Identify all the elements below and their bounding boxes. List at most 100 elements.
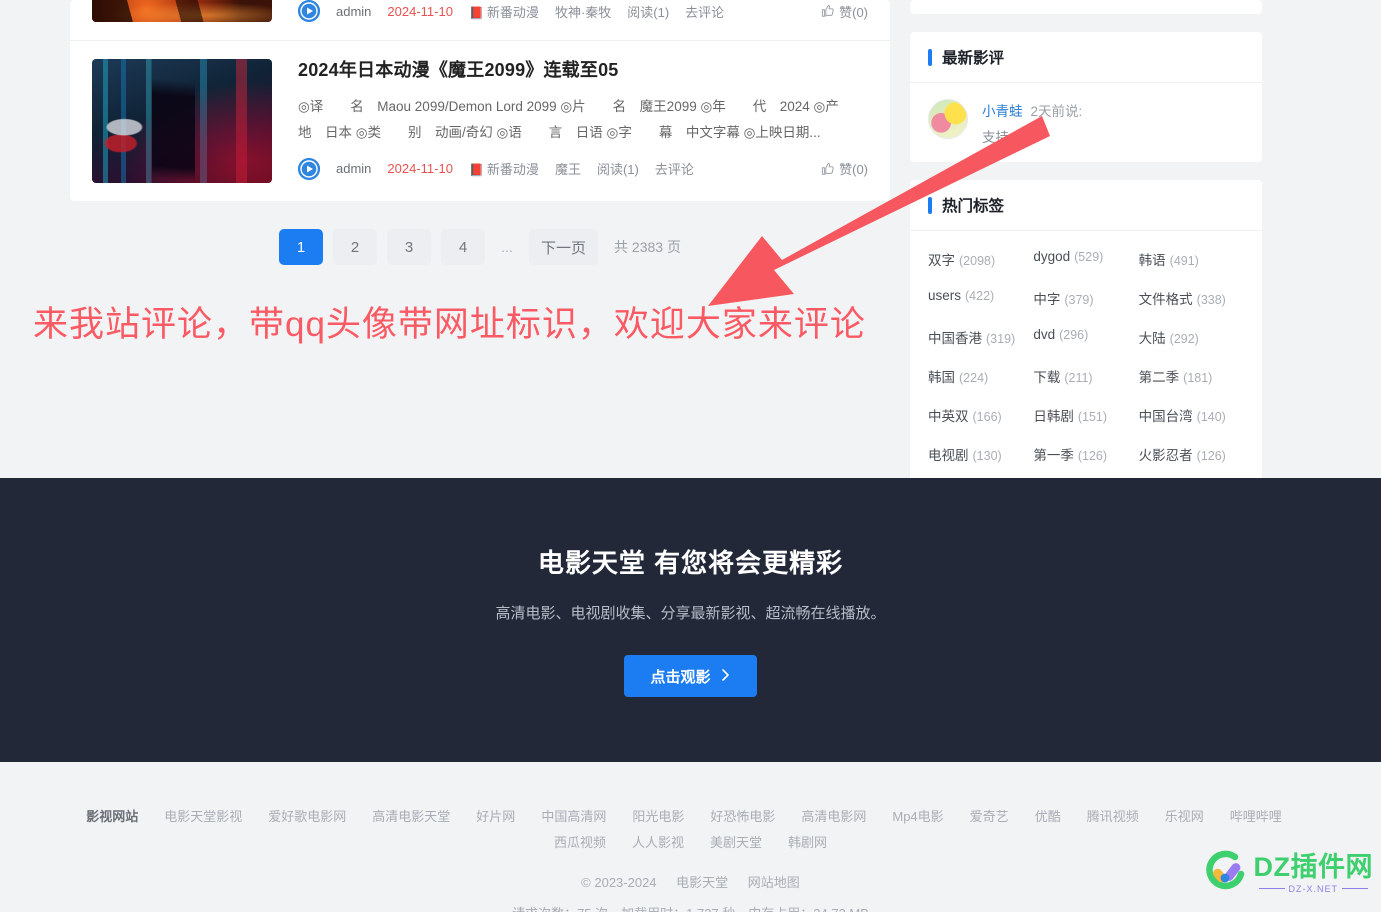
footer-link[interactable]: 爱奇艺	[970, 804, 1009, 830]
tag-item[interactable]: 下载 (211)	[1033, 366, 1138, 386]
book-icon: 📕	[468, 163, 484, 178]
footer-link[interactable]: 影视网站	[86, 804, 138, 830]
tag-name: 中国香港	[928, 331, 982, 346]
footer-link[interactable]: 电影天堂影视	[164, 804, 242, 830]
post-author[interactable]: admin	[336, 161, 371, 176]
tag-item[interactable]: 文件格式 (338)	[1139, 288, 1244, 308]
post-author[interactable]: admin	[336, 4, 371, 19]
tag-name: dvd	[1033, 327, 1056, 342]
tag-name: 韩国	[928, 370, 955, 385]
footer-link[interactable]: 好恐怖电影	[710, 804, 775, 830]
tag-count: (151)	[1077, 410, 1108, 424]
footer-link[interactable]: Mp4电影	[892, 804, 943, 830]
cta-button-label: 点击观影	[650, 668, 711, 686]
tag-item[interactable]: 韩国 (224)	[928, 366, 1033, 386]
pagination-next-button[interactable]: 下一页	[529, 229, 599, 265]
post-comment-link[interactable]: 去评论	[685, 2, 724, 21]
watermark-text: DZ插件网 DZ-X.NET	[1254, 853, 1374, 894]
watch-now-button[interactable]: 点击观影	[624, 655, 757, 697]
cta-section: 电影天堂 有您将会更精彩 高清电影、电视剧收集、分享最新影视、超流畅在线播放。 …	[0, 478, 1381, 762]
tag-name: 文件格式	[1138, 292, 1193, 307]
tag-item[interactable]: users (422)	[928, 288, 1033, 308]
footer-link[interactable]: 美剧天堂	[710, 830, 762, 856]
footer-link[interactable]: 西瓜视频	[554, 830, 606, 856]
post-thumbnail[interactable]	[92, 59, 272, 183]
list-item[interactable]: 小青蛙 2天前说: 支持一下!	[928, 99, 1244, 146]
rule-right	[1342, 888, 1368, 889]
footer-link[interactable]: 高清电影网	[801, 804, 866, 830]
footer-link[interactable]: 中国高清网	[541, 804, 606, 830]
tag-item[interactable]: 中英双 (166)	[928, 405, 1033, 425]
footer-link[interactable]: 韩剧网	[788, 830, 827, 856]
footer-link[interactable]: 腾讯视频	[1087, 804, 1139, 830]
footer-link[interactable]: 哔哩哔哩	[1230, 804, 1282, 830]
post-comment-link[interactable]: 去评论	[655, 159, 694, 178]
footer-sitemap-link[interactable]: 网站地图	[748, 875, 800, 890]
tag-item[interactable]: 韩语 (491)	[1139, 249, 1244, 269]
post-like-button[interactable]: 赞(0)	[821, 159, 868, 178]
tag-name: 大陆	[1138, 331, 1166, 346]
comment-author[interactable]: 小青蛙	[982, 104, 1023, 119]
tag-item[interactable]: 日韩剧 (151)	[1033, 405, 1138, 425]
footer-stats: 请求次数：75 次，加载用时：1.737 秒，内存占用：34.73 MB	[0, 903, 1381, 912]
footer-link[interactable]: 乐视网	[1165, 804, 1204, 830]
post-category[interactable]: 📕 新番动漫	[469, 159, 539, 178]
tag-count: (319)	[986, 332, 1016, 346]
post-like-label: 赞(0)	[839, 4, 868, 20]
footer-link[interactable]: 好片网	[476, 804, 515, 830]
tag-item[interactable]: 火影忍者 (126)	[1139, 444, 1244, 464]
post-category[interactable]: 📕 新番动漫	[469, 2, 539, 21]
tag-item[interactable]: 中国台湾 (140)	[1139, 405, 1244, 425]
card-header: 最新影评	[910, 32, 1262, 83]
pagination-page-2[interactable]: 2	[333, 229, 378, 265]
post-meta: admin 2024-11-10 📕 新番动漫 牧神·秦牧 阅读(1) 去评论 赞…	[298, 0, 868, 22]
pagination-page-4[interactable]: 4	[441, 229, 486, 265]
tag-item[interactable]: dvd (296)	[1033, 327, 1138, 347]
post-thumbnail[interactable]	[92, 0, 272, 22]
post-title[interactable]: 2024年日本动漫《魔王2099》连载至05	[298, 59, 868, 82]
sidebar: 最新影评 小青蛙 2天前说: 支持一下! 热门标签 双字 (2098) dygo…	[910, 0, 1262, 541]
tag-name: users	[928, 288, 962, 303]
header-accent-bar	[928, 48, 932, 66]
post-item[interactable]: admin 2024-11-10 📕 新番动漫 牧神·秦牧 阅读(1) 去评论 赞…	[70, 0, 890, 41]
footer-link[interactable]: 阳光电影	[632, 804, 684, 830]
sidebar-card-latest-reviews: 最新影评 小青蛙 2天前说: 支持一下!	[910, 32, 1262, 162]
chevron-right-icon	[721, 668, 731, 685]
post-meta: admin 2024-11-10 📕 新番动漫 魔王 阅读(1) 去评论 赞(0)	[298, 157, 868, 180]
post-date: 2024-11-10	[387, 161, 453, 177]
post-item[interactable]: 2024年日本动漫《魔王2099》连载至05 ◎译 名 Maou 2099/De…	[70, 41, 890, 201]
post-tag[interactable]: 魔王	[555, 159, 581, 178]
tag-item[interactable]: 双字 (2098)	[928, 249, 1033, 269]
page-root: admin 2024-11-10 📕 新番动漫 牧神·秦牧 阅读(1) 去评论 赞…	[0, 0, 1381, 912]
tag-name: 双字	[928, 253, 955, 268]
tag-name: 韩语	[1138, 253, 1166, 268]
tag-item[interactable]: 中字 (379)	[1033, 288, 1138, 308]
post-like-button[interactable]: 赞(0)	[821, 2, 868, 21]
footer-link[interactable]: 优酷	[1035, 804, 1061, 830]
tag-item[interactable]: 电视剧 (130)	[928, 444, 1033, 464]
tag-count: (491)	[1169, 254, 1199, 268]
tag-item[interactable]: 中国香港 (319)	[928, 327, 1033, 347]
tag-item[interactable]: 第二季 (181)	[1139, 366, 1244, 386]
author-avatar-icon	[298, 0, 320, 22]
footer-link[interactable]: 人人影视	[632, 830, 684, 856]
tag-item[interactable]: 大陆 (292)	[1139, 327, 1244, 347]
sidebar-card-clipped	[910, 0, 1262, 14]
footer-link[interactable]: 高清电影天堂	[372, 804, 450, 830]
post-date: 2024-11-10	[387, 3, 453, 19]
footer-site-name[interactable]: 电影天堂	[676, 875, 728, 890]
tag-item[interactable]: 第一季 (126)	[1033, 444, 1138, 464]
post-body: 2024年日本动漫《魔王2099》连载至05 ◎译 名 Maou 2099/De…	[298, 59, 868, 183]
tag-item[interactable]: dygod (529)	[1033, 249, 1138, 269]
pagination: 1 2 3 4 ... 下一页 共 2383 页	[70, 201, 890, 295]
footer-links: 影视网站 电影天堂影视 爱好歌电影网 高清电影天堂 好片网 中国高清网 阳光电影 好恐怖电影高…	[0, 762, 1381, 856]
tag-count: (211)	[1064, 371, 1093, 385]
pagination-page-3[interactable]: 3	[387, 229, 432, 265]
footer-link[interactable]: 爱好歌电影网	[268, 804, 346, 830]
tag-count: (296)	[1059, 328, 1089, 342]
tag-name: 中字	[1033, 292, 1061, 307]
post-tag[interactable]: 牧神·秦牧	[555, 2, 611, 21]
pagination-total-label: 共 2383 页	[614, 239, 681, 255]
pagination-page-1[interactable]: 1	[279, 229, 324, 265]
card-header: 热门标签	[910, 180, 1262, 231]
